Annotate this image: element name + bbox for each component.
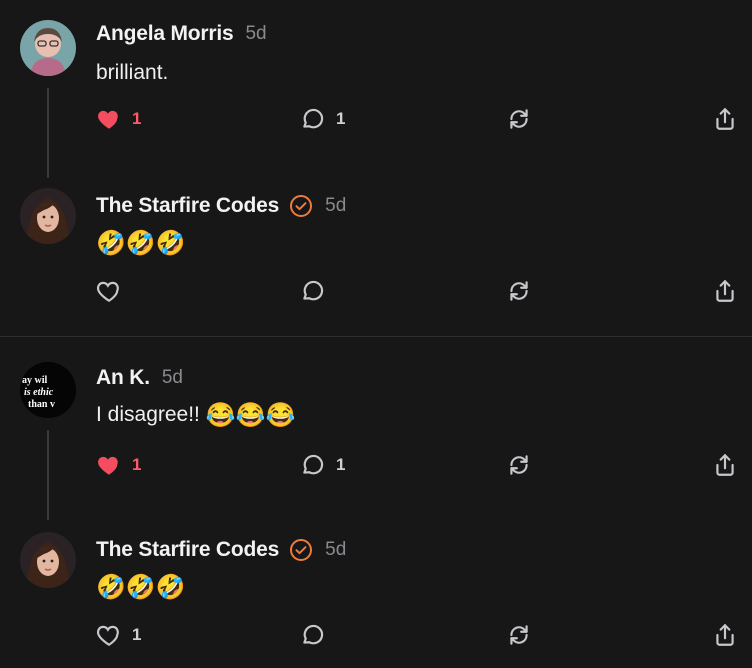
- share-icon: [716, 280, 734, 302]
- restack-icon: [510, 109, 528, 129]
- restack-button[interactable]: [506, 104, 532, 134]
- author-name[interactable]: Angela Morris: [96, 22, 234, 46]
- comment-text: I disagree!!: [96, 403, 200, 426]
- heart-filled-icon: [98, 110, 118, 129]
- share-button[interactable]: [712, 276, 738, 306]
- like-count: 1: [132, 455, 142, 474]
- author-name[interactable]: The Starfire Codes: [96, 538, 279, 562]
- restack-icon: [510, 281, 528, 301]
- comment-bubble-icon: [303, 280, 324, 301]
- like-button[interactable]: 1: [96, 104, 141, 134]
- like-button[interactable]: 1: [96, 620, 141, 650]
- verified-badge-icon: [289, 194, 313, 218]
- share-icon: [716, 108, 734, 130]
- avatar[interactable]: [20, 188, 76, 244]
- avatar[interactable]: [20, 20, 76, 76]
- avatar-text: is ethic: [24, 387, 54, 398]
- reply-button[interactable]: 1: [300, 450, 345, 480]
- timestamp[interactable]: 5d: [245, 23, 266, 45]
- restack-button[interactable]: [506, 450, 532, 480]
- emoji-reaction: 😂😂😂: [205, 401, 296, 429]
- emoji-reaction: 🤣🤣🤣: [96, 229, 186, 257]
- reply-button[interactable]: 1: [300, 104, 345, 134]
- reply-button[interactable]: [300, 620, 326, 650]
- share-icon: [716, 624, 734, 646]
- timestamp[interactable]: 5d: [325, 539, 346, 561]
- heart-outline-icon: [96, 281, 119, 302]
- reply-count: 1: [336, 455, 346, 474]
- author-name[interactable]: The Starfire Codes: [96, 194, 279, 218]
- thread-divider: [0, 336, 752, 337]
- verified-badge-icon: [289, 538, 313, 562]
- share-button[interactable]: [712, 104, 738, 134]
- avatar[interactable]: ay wil is ethic than v: [20, 362, 76, 418]
- heart-outline-icon: [96, 625, 119, 646]
- timestamp[interactable]: 5d: [325, 195, 346, 217]
- comment-bubble-icon: [303, 624, 324, 645]
- restack-icon: [510, 625, 528, 645]
- heart-filled-icon: [98, 456, 118, 475]
- comment-text: brilliant.: [96, 61, 169, 84]
- share-icon: [716, 454, 734, 476]
- author-name[interactable]: An K.: [96, 366, 150, 390]
- reply-button[interactable]: [300, 276, 326, 306]
- share-button[interactable]: [712, 620, 738, 650]
- like-button[interactable]: 1: [96, 450, 141, 480]
- comment-bubble-icon: [303, 108, 324, 129]
- reply-count: 1: [336, 109, 346, 128]
- like-button[interactable]: [96, 276, 122, 306]
- like-count: 1: [132, 109, 142, 128]
- avatar-text: ay wil: [22, 375, 48, 386]
- avatar-text: than v: [28, 399, 55, 410]
- avatar[interactable]: [20, 532, 76, 588]
- timestamp[interactable]: 5d: [162, 367, 183, 389]
- comment-bubble-icon: [303, 454, 324, 475]
- restack-button[interactable]: [506, 276, 532, 306]
- restack-button[interactable]: [506, 620, 532, 650]
- restack-icon: [510, 455, 528, 475]
- share-button[interactable]: [712, 450, 738, 480]
- like-count: 1: [132, 625, 142, 644]
- emoji-reaction: 🤣🤣🤣: [96, 573, 186, 601]
